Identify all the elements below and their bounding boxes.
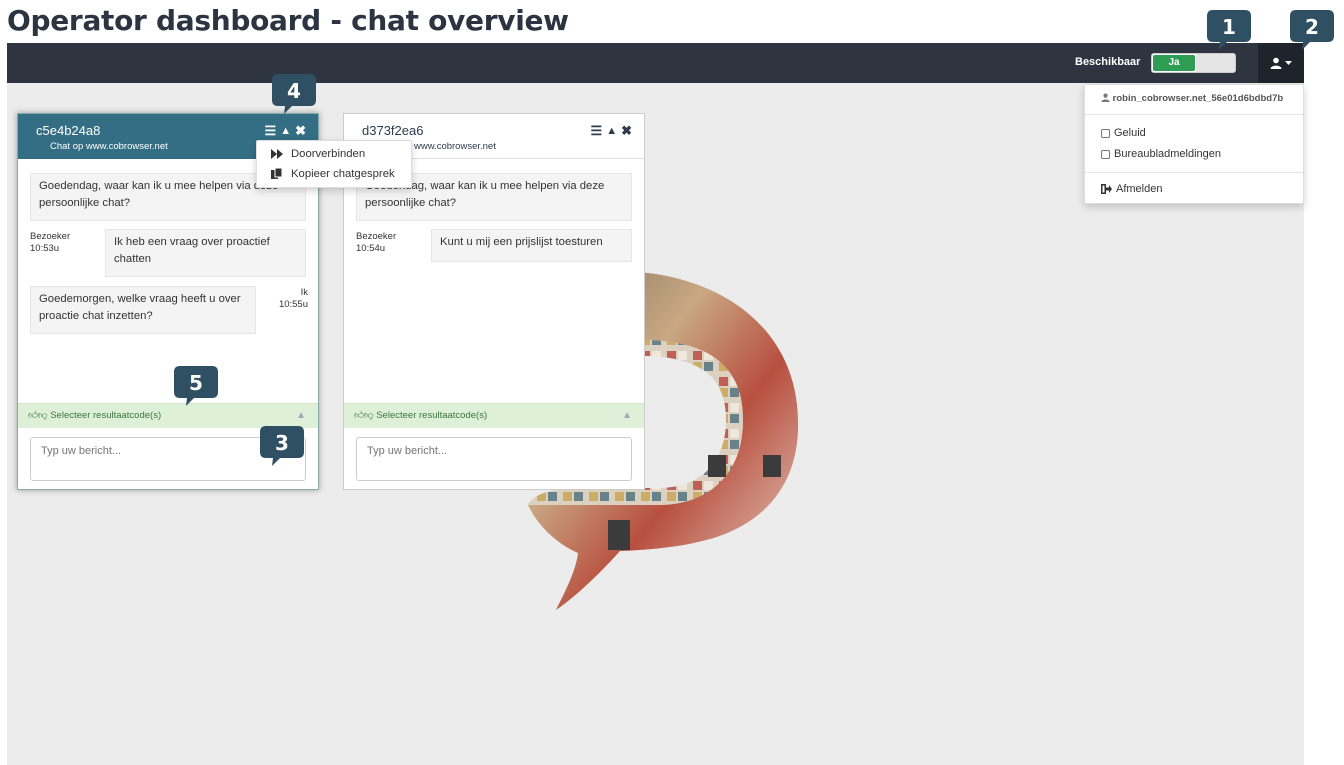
- callout-badge: 1: [1207, 10, 1251, 50]
- callout-number: 2: [1305, 15, 1319, 39]
- app-root: Operator dashboard - chat overview Besch…: [0, 0, 1344, 765]
- chevron-up-icon[interactable]: ▲: [606, 125, 617, 139]
- dropdown-option-sound[interactable]: Geluid: [1101, 127, 1146, 139]
- message-meta: Ik 10:55u: [278, 287, 308, 310]
- availability-label: Beschikbaar: [1075, 56, 1141, 68]
- chat-controls: ☰ ▲ ✖: [265, 123, 306, 139]
- sound-checkbox[interactable]: [1101, 128, 1110, 138]
- copy-icon: [271, 168, 283, 179]
- callout-number: 5: [189, 371, 203, 395]
- chat-subtitle: www.cobrowser.net: [414, 141, 496, 152]
- fast-forward-icon: [271, 149, 283, 159]
- chat-context-menu: Doorverbinden Kopieer chatgesprek: [256, 140, 412, 188]
- user-icon: [1101, 93, 1110, 102]
- menu-item-copy-chat[interactable]: Kopieer chatgesprek: [271, 168, 395, 180]
- callout-badge: 5: [174, 366, 218, 406]
- chat-id: c5e4b24a8: [36, 123, 101, 138]
- callout-number: 1: [1222, 15, 1236, 39]
- chat-subtitle: Chat op www.cobrowser.net: [50, 141, 168, 152]
- callout-badge: 3: [260, 426, 304, 466]
- menu-icon[interactable]: ☰: [591, 123, 603, 139]
- availability-toggle-on: Ja: [1153, 55, 1195, 71]
- thumbs-icon: 👍︎👎︎: [354, 410, 374, 421]
- callout-badge: 2: [1290, 10, 1334, 50]
- availability-toggle[interactable]: Ja: [1151, 53, 1236, 73]
- chevron-up-icon[interactable]: ▲: [280, 125, 291, 139]
- callout-badge: 4: [272, 74, 316, 114]
- thumbs-icon: 👍︎👎︎: [28, 410, 48, 421]
- close-icon[interactable]: ✖: [295, 123, 306, 139]
- toggle-knob: [1196, 54, 1235, 72]
- page-title: Operator dashboard - chat overview: [7, 4, 569, 37]
- logout-link[interactable]: Afmelden: [1101, 183, 1162, 195]
- callout-number: 4: [287, 79, 301, 103]
- callout-number: 3: [275, 431, 289, 455]
- caret-down-icon: [1285, 60, 1292, 65]
- user-icon: [1270, 57, 1282, 69]
- sign-out-icon: [1101, 184, 1112, 194]
- menu-item-transfer[interactable]: Doorverbinden: [271, 148, 365, 160]
- user-dropdown-menu: robin_cobrowser.net_56e01d6bdbd7b Geluid…: [1084, 84, 1304, 204]
- menu-icon[interactable]: ☰: [265, 123, 277, 139]
- close-icon[interactable]: ✖: [621, 123, 632, 139]
- chat-message: Goedemorgen, welke vraag heeft u over pr…: [30, 286, 256, 334]
- dropdown-username: robin_cobrowser.net_56e01d6bdbd7b: [1101, 93, 1283, 104]
- dropdown-divider: [1085, 114, 1303, 115]
- message-input[interactable]: [356, 437, 632, 481]
- chat-id: d373f2ea6: [362, 123, 424, 138]
- message-meta: Bezoeker 10:54u: [356, 231, 397, 254]
- chat-message: Ik heb een vraag over proactief chatten: [105, 229, 306, 277]
- dropdown-divider: [1085, 172, 1303, 173]
- chevron-up-icon: ▲: [622, 410, 632, 421]
- result-code-selector[interactable]: 👍︎👎︎ Selecteer resultaatcode(s) ▲: [344, 403, 644, 428]
- chat-controls: ☰ ▲ ✖: [591, 123, 632, 139]
- dropdown-option-desktop-notifications[interactable]: Bureaubladmeldingen: [1101, 148, 1221, 160]
- desktop-notifications-checkbox[interactable]: [1101, 149, 1110, 159]
- message-meta: Bezoeker 10:53u: [30, 231, 71, 254]
- chat-message: Kunt u mij een prijslijst toesturen: [431, 229, 632, 262]
